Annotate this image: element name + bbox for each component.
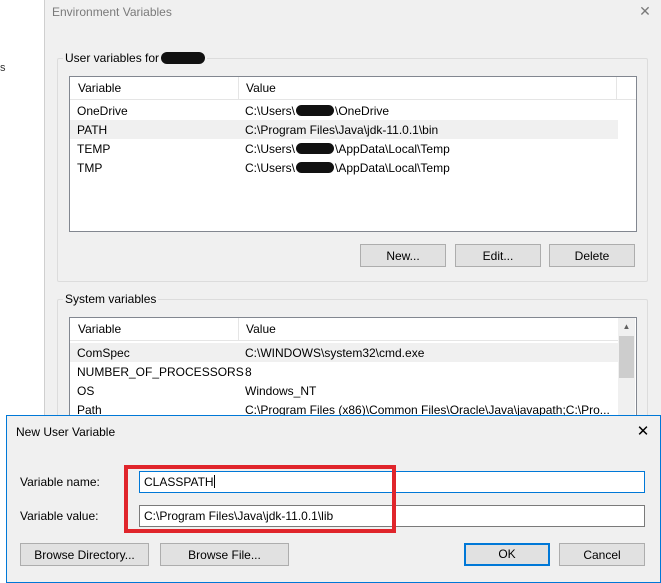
value-suffix: \OneDrive <box>335 104 390 118</box>
scroll-thumb[interactable] <box>619 336 634 378</box>
table-row[interactable]: OS Windows_NT <box>70 381 618 400</box>
table-row[interactable]: TEMP C:\Users\ \AppData\Local\Temp <box>70 139 618 158</box>
close-icon[interactable]: ✕ <box>634 423 652 441</box>
value-cell: C:\WINDOWS\system32\cmd.exe <box>245 346 425 360</box>
variable-cell: PATH <box>77 123 108 137</box>
table-row[interactable]: TMP C:\Users\ \AppData\Local\Temp <box>70 158 618 177</box>
value-cell: C:\Users\ \AppData\Local\Temp <box>245 142 450 156</box>
variable-cell: NUMBER_OF_PROCESSORS <box>77 365 244 379</box>
cancel-button[interactable]: Cancel <box>559 543 645 566</box>
annotation-highlight <box>124 465 396 533</box>
background-text: s <box>0 62 6 74</box>
edit-user-variable-button[interactable]: Edit... <box>455 244 541 267</box>
variable-cell: TEMP <box>77 142 111 156</box>
value-suffix: \AppData\Local\Temp <box>335 142 450 156</box>
system-variables-title: System variables <box>63 292 159 306</box>
value-cell: C:\Users\ \OneDrive <box>245 104 389 118</box>
column-header-value[interactable]: Value <box>246 322 276 336</box>
dialog-title: New User Variable <box>16 425 116 439</box>
column-divider[interactable] <box>238 77 239 99</box>
variable-name-label: Variable name: <box>20 475 100 489</box>
redacted-username <box>296 162 335 173</box>
window-title: Environment Variables <box>52 5 172 19</box>
table-row[interactable]: OneDrive C:\Users\ \OneDrive <box>70 101 618 120</box>
redacted-username <box>161 52 206 64</box>
value-prefix: C:\Users\ <box>245 161 296 175</box>
browse-file-button[interactable]: Browse File... <box>160 543 289 566</box>
value-cell: Windows_NT <box>245 384 317 398</box>
table-row[interactable]: ComSpec C:\WINDOWS\system32\cmd.exe <box>70 343 618 362</box>
redacted-username <box>296 105 335 116</box>
column-header-variable[interactable]: Variable <box>78 81 121 95</box>
system-variables-list[interactable]: Variable Value ComSpec C:\WINDOWS\system… <box>69 317 637 431</box>
table-row[interactable]: NUMBER_OF_PROCESSORS 8 <box>70 362 618 381</box>
value-cell: C:\Users\ \AppData\Local\Temp <box>245 161 450 175</box>
variable-cell: TMP <box>77 161 103 175</box>
table-row[interactable]: PATH C:\Program Files\Java\jdk-11.0.1\bi… <box>70 120 618 139</box>
column-header-value[interactable]: Value <box>246 81 276 95</box>
variable-value-label: Variable value: <box>20 509 99 523</box>
new-user-variable-button[interactable]: New... <box>360 244 446 267</box>
value-cell: 8 <box>245 365 252 379</box>
user-variables-title-text: User variables for <box>65 51 160 65</box>
browse-directory-button[interactable]: Browse Directory... <box>20 543 149 566</box>
scroll-up-icon[interactable]: ▲ <box>618 318 635 335</box>
user-variables-list[interactable]: Variable Value OneDrive C:\Users\ \OneDri… <box>69 76 637 232</box>
variable-cell: ComSpec <box>77 346 130 360</box>
value-prefix: C:\Users\ <box>245 104 296 118</box>
list-header: Variable Value <box>70 318 619 341</box>
value-suffix: \AppData\Local\Temp <box>335 161 450 175</box>
value-cell: C:\Program Files\Java\jdk-11.0.1\bin <box>245 123 439 137</box>
redacted-username <box>296 143 335 154</box>
user-variables-title: User variables for <box>63 51 208 65</box>
variable-cell: OneDrive <box>77 104 128 118</box>
column-divider[interactable] <box>238 318 239 340</box>
vertical-scrollbar[interactable]: ▲ <box>618 318 635 430</box>
close-icon[interactable]: ✕ <box>637 3 653 19</box>
variable-cell: OS <box>77 384 95 398</box>
value-prefix: C:\Users\ <box>245 142 296 156</box>
delete-user-variable-button[interactable]: Delete <box>549 244 635 267</box>
ok-button[interactable]: OK <box>464 543 550 566</box>
column-divider[interactable] <box>616 77 617 99</box>
column-header-variable[interactable]: Variable <box>78 322 121 336</box>
list-header: Variable Value <box>70 77 636 100</box>
